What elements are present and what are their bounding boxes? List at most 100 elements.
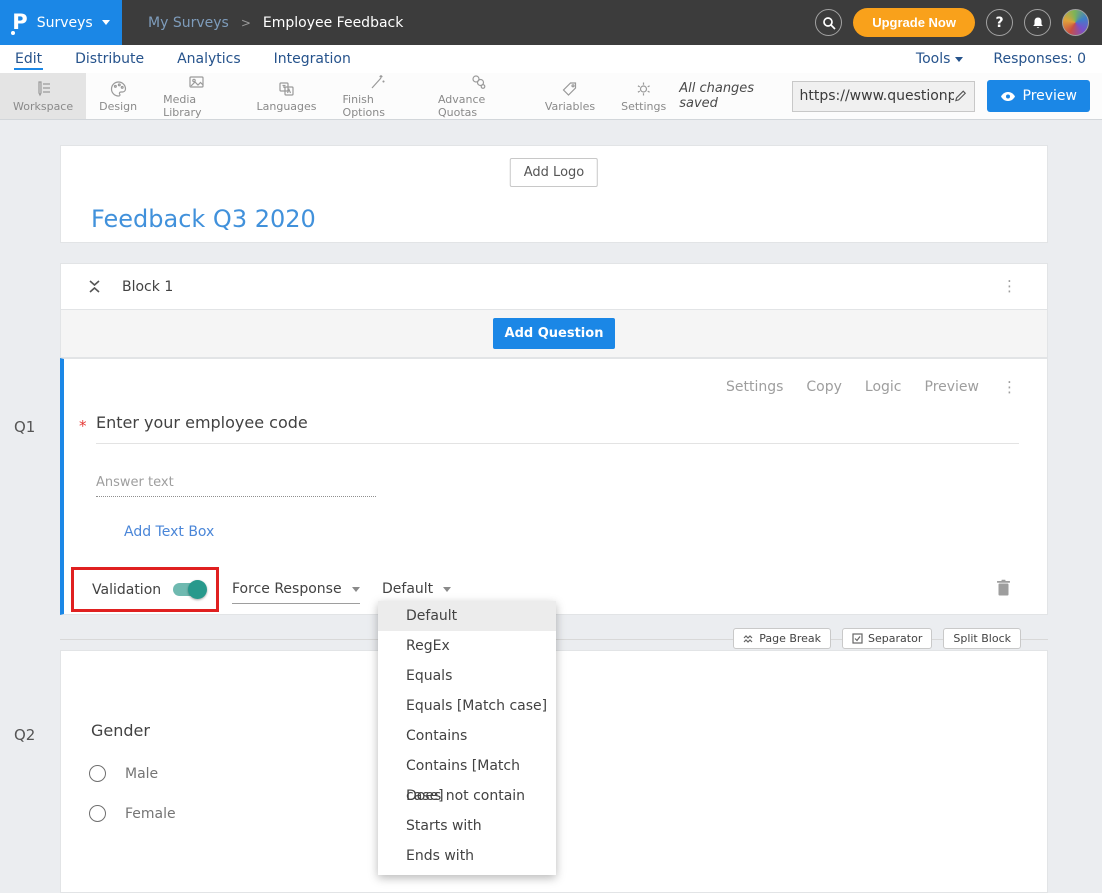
trash-icon (996, 579, 1011, 596)
block-header: Block 1 ⋮ (60, 263, 1048, 310)
bell-icon (1031, 16, 1045, 30)
validation-toggle[interactable] (173, 583, 204, 596)
toolbar-item-finish-options[interactable]: Finish Options (330, 73, 425, 119)
header-actions: Upgrade Now ? (815, 8, 1102, 37)
product-label: Surveys (37, 15, 93, 31)
validation-highlight-box: Validation (71, 567, 219, 612)
survey-title[interactable]: Feedback Q3 2020 (91, 205, 316, 233)
add-question-button[interactable]: Add Question (493, 318, 616, 349)
upgrade-now-button[interactable]: Upgrade Now (853, 8, 975, 37)
radio-option-female[interactable]: Female (89, 805, 176, 822)
tab-distribute[interactable]: Distribute (74, 45, 145, 73)
toolbar-right: All changes saved Preview (679, 73, 1102, 119)
add-text-box-link[interactable]: Add Text Box (124, 524, 214, 540)
survey-title-card: Add Logo Feedback Q3 2020 (60, 145, 1048, 243)
chevron-down-icon (102, 20, 110, 25)
tab-analytics[interactable]: Analytics (176, 45, 242, 73)
breadcrumb-my-surveys[interactable]: My Surveys (148, 15, 229, 31)
add-question-strip: Add Question (60, 310, 1048, 358)
question-settings-link[interactable]: Settings (726, 379, 783, 395)
chevron-down-icon (955, 57, 963, 62)
radio-icon[interactable] (89, 805, 106, 822)
nav-right: Tools Responses: 0 (916, 51, 1102, 67)
edit-pencil-icon[interactable] (954, 89, 967, 103)
menu-item-ends-with[interactable]: Ends with (378, 841, 556, 871)
menu-item-contains-match-case[interactable]: Contains [Match case] (378, 751, 556, 781)
question-copy-link[interactable]: Copy (806, 379, 842, 395)
notifications-button[interactable] (1024, 9, 1051, 36)
nav-tabs: Edit Distribute Analytics Integration (14, 45, 352, 73)
chain-links-icon (469, 73, 488, 91)
responses-count: Responses: 0 (993, 51, 1086, 67)
page-break-icon (743, 634, 754, 644)
question-text[interactable]: Enter your employee code (96, 413, 308, 432)
product-switcher[interactable]: P Surveys (0, 0, 122, 45)
question-logic-link[interactable]: Logic (865, 379, 902, 395)
validation-type-menu: Default RegEx Equals Equals [Match case]… (378, 601, 556, 875)
toolbar-item-variables[interactable]: Variables (532, 73, 608, 119)
survey-url-box[interactable] (792, 81, 975, 112)
menu-item-default[interactable]: Default (378, 601, 556, 631)
question-kebab-menu[interactable]: ⋮ (1002, 383, 1017, 391)
radio-icon[interactable] (89, 765, 106, 782)
block-title[interactable]: Block 1 (122, 279, 173, 295)
user-avatar[interactable] (1062, 9, 1089, 36)
question-1-id-label: Q1 (14, 418, 35, 436)
tools-dropdown[interactable]: Tools (916, 51, 964, 67)
force-response-dropdown[interactable]: Force Response (232, 581, 360, 604)
breadcrumb-current: Employee Feedback (263, 15, 403, 31)
save-status: All changes saved (679, 81, 779, 111)
gear-icon (634, 80, 653, 98)
top-header: P Surveys My Surveys > Employee Feedback… (0, 0, 1102, 45)
question-actions: Settings Copy Logic Preview ⋮ (726, 379, 1017, 395)
menu-item-does-not-contain[interactable]: Does not contain (378, 781, 556, 811)
menu-item-regex[interactable]: RegEx (378, 631, 556, 661)
magic-wand-icon (368, 73, 387, 91)
menu-item-equals[interactable]: Equals (378, 661, 556, 691)
image-icon (187, 73, 206, 91)
survey-url-input[interactable] (800, 88, 954, 104)
chevron-down-icon (352, 587, 360, 592)
validation-label: Validation (92, 582, 161, 598)
question-text[interactable]: Gender (91, 721, 150, 740)
search-icon (822, 16, 836, 30)
search-button[interactable] (815, 9, 842, 36)
required-asterisk: * (79, 417, 87, 435)
eye-icon (1000, 91, 1016, 102)
tab-edit[interactable]: Edit (14, 45, 43, 73)
toggle-knob (188, 580, 207, 599)
delete-question-button[interactable] (996, 579, 1011, 600)
menu-item-contains[interactable]: Contains (378, 721, 556, 751)
questionpro-logo-icon: P (12, 12, 27, 33)
toolbar-item-languages[interactable]: Languages (244, 73, 330, 119)
block-kebab-menu[interactable]: ⋮ (1002, 282, 1017, 290)
answer-text-field[interactable] (96, 496, 376, 497)
menu-item-equals-match-case[interactable]: Equals [Match case] (378, 691, 556, 721)
chevron-down-icon (443, 587, 451, 592)
radio-option-male[interactable]: Male (89, 765, 158, 782)
palette-icon (109, 80, 128, 98)
toolbar-item-design[interactable]: Design (86, 73, 150, 119)
help-button[interactable]: ? (986, 9, 1013, 36)
split-block-button[interactable]: Split Block (943, 628, 1021, 649)
toolbar-item-advance-quotas[interactable]: Advance Quotas (425, 73, 532, 119)
toolbar-item-workspace[interactable]: Workspace (0, 73, 86, 119)
breadcrumb-separator: > (241, 16, 251, 30)
page-break-button[interactable]: Page Break (733, 628, 831, 649)
tag-icon (560, 80, 579, 98)
checkbox-icon (852, 633, 863, 644)
question-2-id-label: Q2 (14, 726, 35, 744)
collapse-block-icon[interactable] (89, 280, 100, 293)
translate-icon (277, 80, 296, 98)
toolbar-item-media-library[interactable]: Media Library (150, 73, 243, 119)
question-1-card: Settings Copy Logic Preview ⋮ * Enter yo… (60, 358, 1048, 615)
preview-button[interactable]: Preview (987, 80, 1091, 112)
add-logo-button[interactable]: Add Logo (510, 158, 598, 187)
breadcrumb: My Surveys > Employee Feedback (148, 15, 403, 31)
question-preview-link[interactable]: Preview (925, 379, 980, 395)
separator-button[interactable]: Separator (842, 628, 932, 649)
menu-item-starts-with[interactable]: Starts with (378, 811, 556, 841)
tab-integration[interactable]: Integration (273, 45, 352, 73)
question-text-underline (96, 443, 1019, 444)
toolbar-item-settings[interactable]: Settings (608, 73, 679, 119)
